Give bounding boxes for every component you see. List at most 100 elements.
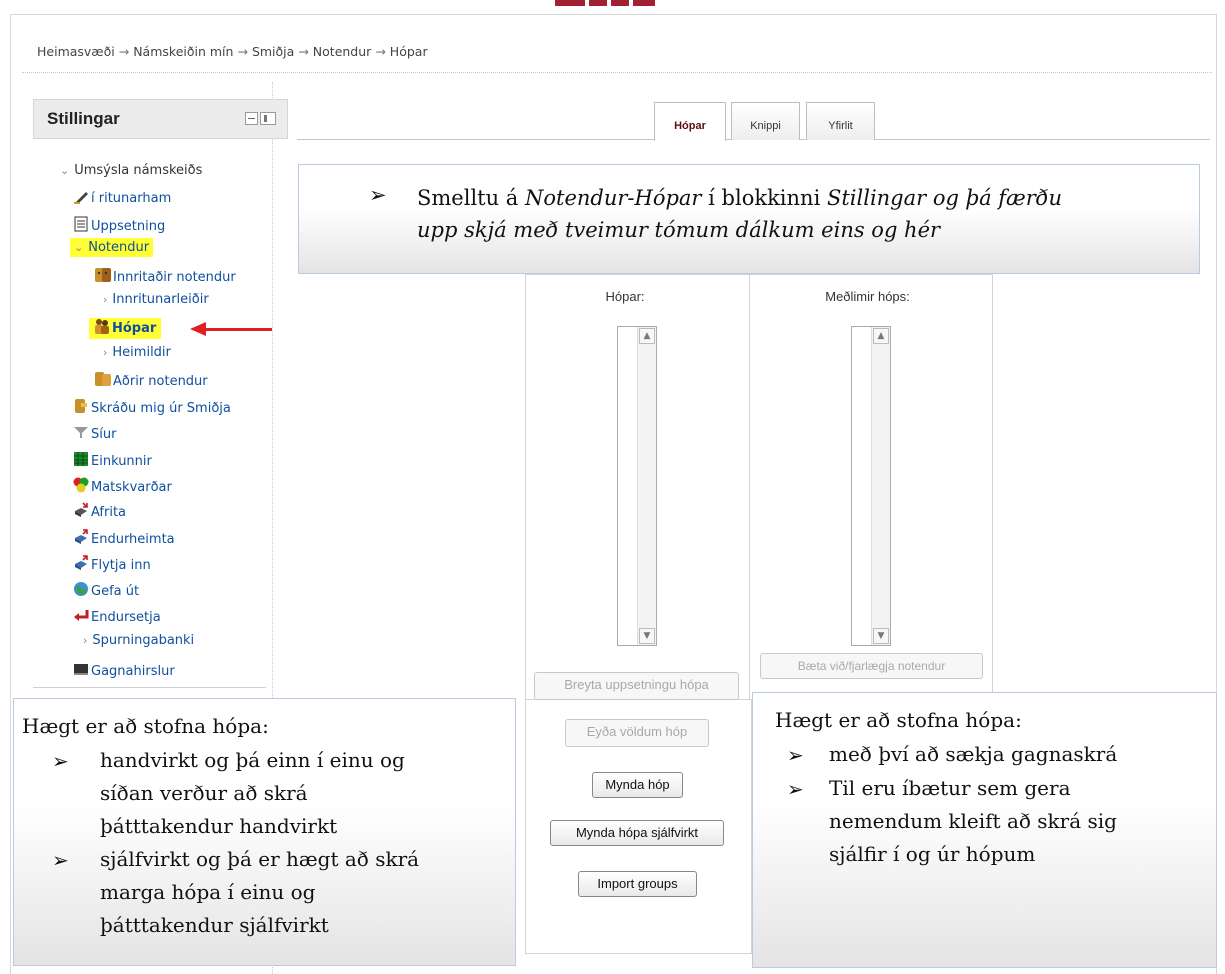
settings-block-title: Stillingar xyxy=(47,109,120,128)
group-icon xyxy=(94,318,110,334)
restore-icon xyxy=(73,529,89,544)
other-users-icon xyxy=(95,371,111,386)
edit-group-settings-button[interactable]: Breyta uppsetningu hópa xyxy=(534,672,739,700)
members-list-label: Meðlimir hóps: xyxy=(825,289,910,304)
breadcrumb-separator: → xyxy=(375,44,386,59)
sidebar-item-other-users[interactable]: Aðrir notendur xyxy=(95,371,208,389)
sidebar-item-question-bank[interactable]: › Spurningabanki xyxy=(83,633,194,648)
grades-icon xyxy=(73,451,89,466)
settings-document-icon xyxy=(73,216,89,232)
red-arrow-icon xyxy=(190,322,206,336)
breadcrumb-course[interactable]: Smiðja xyxy=(252,44,294,59)
bullet-arrow-icon: ➢ xyxy=(369,183,387,207)
instruction-callout: ➢ Smelltu á Notendur-Hópar í blokkinni S… xyxy=(298,164,1200,274)
publish-icon xyxy=(73,581,89,596)
settings-block-header: Stillingar xyxy=(33,99,288,139)
sidebar-item-settings[interactable]: Uppsetning xyxy=(73,216,165,234)
bullet-arrow-icon: ➢ xyxy=(787,743,804,767)
add-remove-users-button[interactable]: Bæta við/fjarlægja notendur xyxy=(760,653,983,679)
callout-text: handvirkt og þá einn í einu og xyxy=(100,748,405,772)
callout-text: Til eru íbætur sem gera xyxy=(829,776,1071,800)
tab-groups[interactable]: Hópar xyxy=(654,102,726,141)
chevron-down-icon: ⌄ xyxy=(74,241,84,254)
breadcrumb-current: Hópar xyxy=(389,44,428,59)
sidebar-item-import[interactable]: Flytja inn xyxy=(73,555,151,573)
sidebar-item-scales[interactable]: Matskvarðar xyxy=(73,477,172,495)
sidebar-item-enrolled-users[interactable]: Innritaðir notendur xyxy=(95,267,236,285)
callout-text: síðan verður að skrá xyxy=(100,781,308,805)
scroll-down-icon[interactable]: ▼ xyxy=(873,628,889,644)
callout-text: þátttakendur sjálfvirkt xyxy=(100,913,329,937)
bullet-arrow-icon: ➢ xyxy=(52,848,69,872)
backup-icon xyxy=(73,502,89,517)
breadcrumb-separator: → xyxy=(298,44,309,59)
reset-icon xyxy=(73,607,89,621)
sidebar-item-course-admin[interactable]: ⌄ Umsýsla námskeiðs xyxy=(60,163,202,178)
sidebar-item-permissions[interactable]: › Heimildir xyxy=(103,345,171,360)
callout-text: sjálfvirkt og þá er hægt að skrá xyxy=(100,847,420,871)
groups-listbox[interactable]: ▲ ▼ xyxy=(617,326,657,646)
callout-text: sjálfir í og úr hópum xyxy=(829,842,1036,866)
sidebar-item-unenrol[interactable]: Skráðu mig úr Smiðja xyxy=(73,398,231,416)
sidebar-item-groups[interactable]: Hópar xyxy=(89,318,162,339)
chevron-right-icon: › xyxy=(103,293,108,306)
bullet-arrow-icon: ➢ xyxy=(787,777,804,801)
import-icon xyxy=(73,555,89,570)
chevron-right-icon: › xyxy=(103,346,108,359)
sidebar-item-enrolment-methods[interactable]: › Innritunarleiðir xyxy=(103,292,209,307)
sidebar-bottom-rule xyxy=(33,687,266,688)
breadcrumb-my-courses[interactable]: Námskeiðin mín xyxy=(133,44,233,59)
block-controls xyxy=(245,112,277,125)
collapse-block-icon[interactable] xyxy=(245,112,258,125)
filter-icon xyxy=(73,424,89,438)
scrollbar[interactable] xyxy=(637,327,656,645)
file-groups-callout: Hægt er að stofna hópa: ➢ með því að sæk… xyxy=(752,692,1217,968)
tab-groupings[interactable]: Knippi xyxy=(731,102,800,140)
sidebar-item-repositories[interactable]: Gagnahirslur xyxy=(73,661,175,679)
breadcrumb-home[interactable]: Heimasvæði xyxy=(37,44,115,59)
breadcrumb-divider xyxy=(22,72,1212,73)
scroll-up-icon[interactable]: ▲ xyxy=(873,328,889,344)
callout-text: með því að sækja gagnaskrá xyxy=(829,742,1118,766)
callout-text: nemendum kleift að skrá sig xyxy=(829,809,1117,833)
manual-groups-callout: Hægt er að stofna hópa: ➢ handvirkt og þ… xyxy=(13,698,516,966)
sidebar-item-publish[interactable]: Gefa út xyxy=(73,581,139,599)
chevron-right-icon: › xyxy=(83,634,88,647)
callout-text: þátttakendur handvirkt xyxy=(100,814,338,838)
sidebar-item-filters[interactable]: Síur xyxy=(73,424,116,442)
breadcrumb-users[interactable]: Notendur xyxy=(313,44,372,59)
pointer-arrow-shaft xyxy=(204,328,272,331)
sidebar-item-edit-mode[interactable]: í ritunarham xyxy=(73,190,171,206)
scales-icon xyxy=(73,477,89,493)
breadcrumb-separator: → xyxy=(237,44,248,59)
sidebar-item-grades[interactable]: Einkunnir xyxy=(73,451,152,469)
tab-overview[interactable]: Yfirlit xyxy=(806,102,875,140)
scroll-down-icon[interactable]: ▼ xyxy=(639,628,655,644)
callout-line-1: Smelltu á Notendur-Hópar í blokkinni Sti… xyxy=(417,186,1062,210)
callout-line-2: upp skjá með tveimur tómum dálkum eins o… xyxy=(417,218,941,242)
breadcrumb: Heimasvæði → Námskeiðin mín → Smiðja → Notendu… xyxy=(37,44,428,59)
sidebar-item-reset[interactable]: Endursetja xyxy=(73,607,161,625)
brand-logo-fragment xyxy=(555,0,655,6)
chevron-down-icon: ⌄ xyxy=(60,164,70,177)
repository-icon xyxy=(73,661,89,675)
bullet-arrow-icon: ➢ xyxy=(52,749,69,773)
sidebar-item-backup[interactable]: Afrita xyxy=(73,502,126,520)
members-listbox[interactable]: ▲ ▼ xyxy=(851,326,891,646)
pencil-icon xyxy=(73,190,89,204)
unenrol-icon xyxy=(73,398,89,413)
delete-selected-group-button[interactable]: Eyða völdum hóp xyxy=(565,719,709,747)
users-icon xyxy=(95,267,111,282)
scrollbar[interactable] xyxy=(871,327,890,645)
dock-block-icon[interactable] xyxy=(260,112,276,125)
sidebar-item-restore[interactable]: Endurheimta xyxy=(73,529,175,547)
create-group-button[interactable]: Mynda hóp xyxy=(592,772,683,798)
callout-text: marga hópa í einu og xyxy=(100,880,316,904)
scroll-up-icon[interactable]: ▲ xyxy=(639,328,655,344)
breadcrumb-separator: → xyxy=(118,44,130,59)
import-groups-button[interactable]: Import groups xyxy=(578,871,697,897)
groups-list-label: Hópar: xyxy=(605,289,645,304)
sidebar-item-users[interactable]: ⌄ Notendur xyxy=(70,238,154,257)
auto-create-groups-button[interactable]: Mynda hópa sjálfvirkt xyxy=(550,820,724,846)
callout-heading: Hægt er að stofna hópa: xyxy=(775,708,1022,732)
